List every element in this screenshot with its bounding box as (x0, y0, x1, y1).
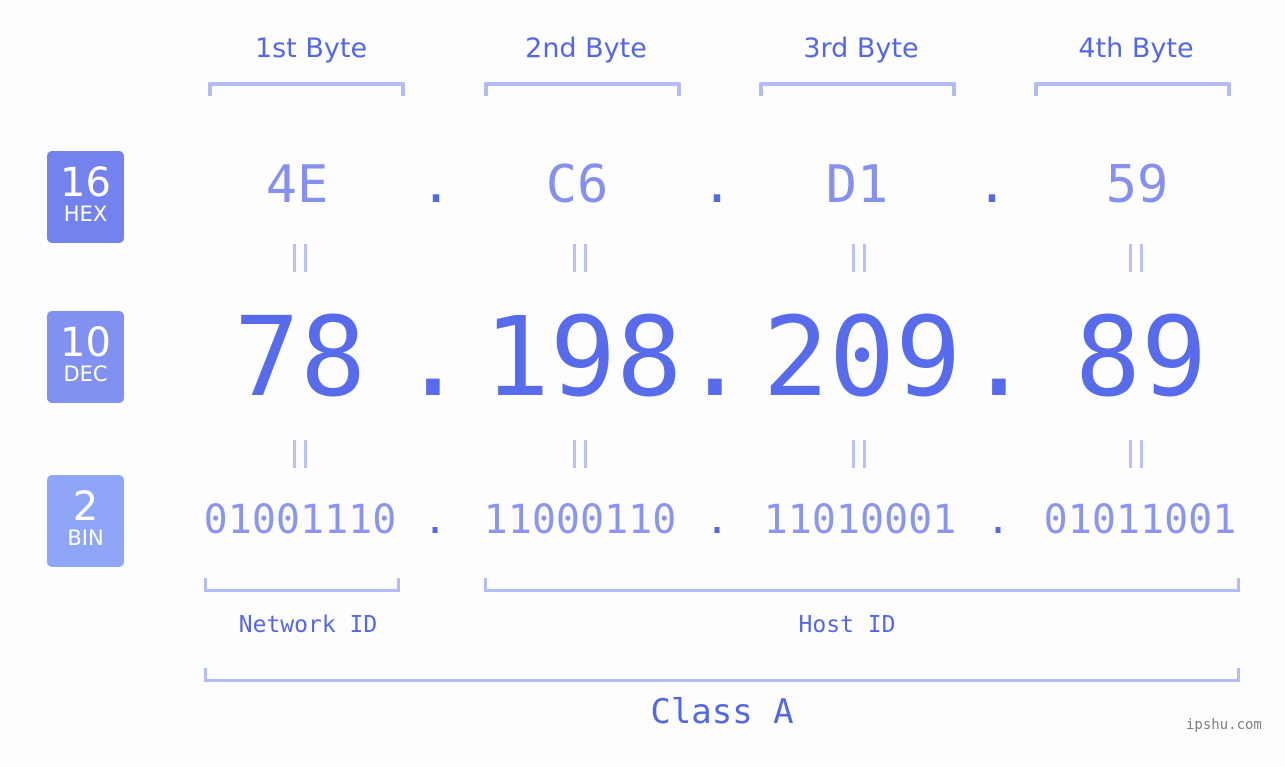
host-id-bracket (484, 578, 1240, 592)
hex-dot-2: . (701, 155, 733, 215)
equals-hex-dec-3 (839, 238, 879, 287)
byte-bracket-3 (759, 82, 956, 96)
equals-hex-dec-2 (560, 238, 600, 287)
byte-header-2: 2nd Byte (525, 33, 647, 64)
hex-byte-2: C6 (545, 155, 609, 215)
hex-byte-4: 59 (1105, 155, 1169, 215)
dec-badge-label: DEC (63, 362, 108, 386)
equals-dec-bin-3 (839, 434, 879, 483)
hex-badge: 16 HEX (47, 151, 124, 243)
byte-bracket-2 (484, 82, 681, 96)
network-id-label: Network ID (238, 612, 378, 638)
host-id-label: Host ID (798, 612, 896, 638)
byte-bracket-1 (208, 82, 405, 96)
dec-dot-1: . (399, 293, 467, 421)
dec-byte-1: 78 (233, 293, 367, 421)
equals-dec-bin-1 (280, 434, 320, 483)
bin-byte-3: 11010001 (763, 497, 957, 543)
hex-dot-3: . (976, 155, 1008, 215)
class-label: Class A (650, 692, 794, 732)
dec-badge-base: 10 (60, 320, 111, 366)
dec-badge: 10 DEC (47, 311, 124, 403)
bin-dot-1: . (422, 497, 448, 543)
equals-hex-dec-4 (1116, 238, 1156, 287)
bin-badge-label: BIN (67, 526, 104, 550)
bin-byte-1: 01001110 (203, 497, 397, 543)
bin-dot-3: . (985, 497, 1011, 543)
watermark: ipshu.com (1186, 717, 1262, 733)
network-id-bracket (204, 578, 400, 592)
byte-header-4: 4th Byte (1078, 33, 1194, 64)
hex-byte-1: 4E (265, 155, 329, 215)
bin-badge-base: 2 (72, 484, 99, 530)
hex-badge-base: 16 (60, 160, 111, 206)
class-bracket (204, 668, 1240, 682)
bin-byte-4: 01011001 (1043, 497, 1237, 543)
bin-byte-2: 11000110 (483, 497, 677, 543)
dec-byte-4: 89 (1074, 293, 1208, 421)
dec-byte-3: 209 (762, 293, 962, 421)
byte-bracket-4 (1034, 82, 1231, 96)
equals-dec-bin-2 (560, 434, 600, 483)
byte-header-1: 1st Byte (254, 33, 368, 64)
hex-dot-1: . (420, 155, 452, 215)
hex-byte-3: D1 (825, 155, 889, 215)
bin-badge: 2 BIN (47, 475, 124, 567)
equals-hex-dec-1 (280, 238, 320, 287)
dec-dot-2: . (681, 293, 749, 421)
hex-badge-label: HEX (63, 202, 108, 226)
byte-header-3: 3rd Byte (803, 33, 919, 64)
dec-byte-2: 198 (483, 293, 683, 421)
bin-dot-2: . (704, 497, 730, 543)
dec-dot-3: . (965, 293, 1033, 421)
equals-dec-bin-4 (1116, 434, 1156, 483)
